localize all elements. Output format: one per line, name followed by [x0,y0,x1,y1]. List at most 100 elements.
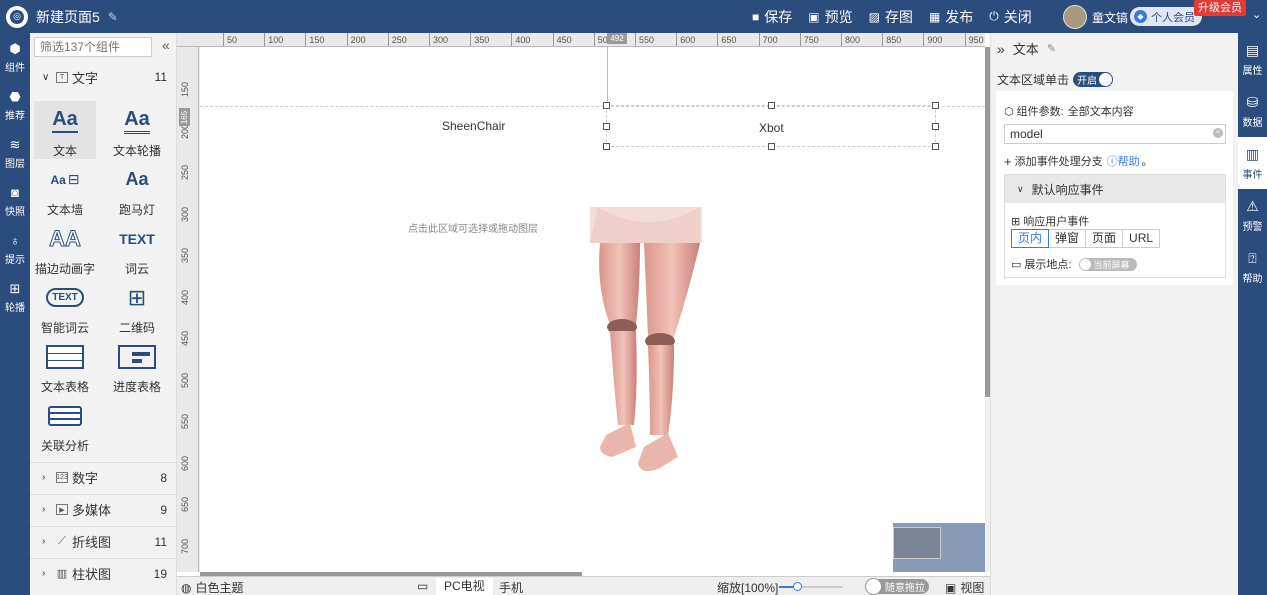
respond-option-url[interactable]: URL [1123,229,1161,248]
ruler-top[interactable]: 50 100 150 200 250 300 350 400 450 500 550 600 650 70… [177,33,985,47]
bar-chart-icon: ▥ [56,568,68,580]
component-text-wall[interactable]: Aa ⊟ 文本墙 [34,160,96,218]
publish-button[interactable]: ▦ 发布 [929,7,973,27]
canvas-minimap[interactable] [893,523,985,572]
rail-item-layers[interactable]: ≋ 图层 [0,129,30,177]
free-drag-toggle[interactable]: 随意拖拉 [865,578,929,595]
toggle-knob [1099,73,1113,86]
rail-item-carousel[interactable]: ⊞ 轮播 [0,273,30,321]
rail-item-data[interactable]: ⛁ 数据 [1238,85,1267,137]
preview-label: 预览 [824,8,853,25]
category-bar-chart[interactable]: › ▥ 柱状图 19 [30,558,177,588]
expand-panel-icon[interactable]: » [997,41,1005,57]
pc-tv-icon-wrap[interactable]: ▭ [417,579,428,593]
app-logo[interactable]: ◎ [6,5,28,28]
user-name[interactable]: 童文镐 [1092,9,1128,26]
component-smart-word-cloud[interactable]: TEXT 智能词云 [34,278,96,336]
component-search-input[interactable] [34,37,152,57]
category-text[interactable]: ∨ T 文字 11 [30,62,177,92]
ruler-tick [511,33,513,46]
upgrade-button[interactable]: 升级会员 [1194,0,1246,16]
collapse-panel-icon[interactable]: « [162,37,170,53]
add-branch-link[interactable]: 添加事件处理分支 [1015,153,1103,169]
rail-item-alarm[interactable]: ⚠ 预警 [1238,189,1267,241]
zoom-knob[interactable] [793,582,802,591]
save-button[interactable]: ■ 保存 [752,7,792,27]
ruler-tick-label: 700 [180,538,190,554]
ruler-tick-label: 650 [180,496,190,512]
component-qrcode[interactable]: ⊞ 二维码 [106,278,168,336]
category-media[interactable]: › ▶ 多媒体 9 [30,494,177,524]
rail-item-recommend[interactable]: ⬣ 推荐 [0,81,30,129]
component-text-table[interactable]: 文本表格 [34,337,96,395]
help-circle-icon[interactable]: ⓘ [1107,153,1118,169]
show-location-toggle[interactable]: 当前屏幕 [1079,257,1138,271]
rail-item-help[interactable]: ⍰ 帮助 [1238,241,1267,293]
edit-name-icon[interactable]: ✎ [1047,42,1056,55]
avatar[interactable] [1063,5,1087,29]
stroke-text-icon: AA [49,225,82,251]
resize-handle[interactable] [932,123,939,130]
tab-mobile[interactable]: 手机 [499,579,523,595]
chevron-down-icon[interactable]: ⌄ [1252,8,1261,21]
category-label: 数字 [72,471,99,486]
rail-item-components[interactable]: ⬢ 组件 [0,33,30,81]
component-panel: « ∨ T 文字 11 Aa 文本 Aa 文本轮播 Aa⊟ 文本墙 Aa 跑马灯… [30,33,177,595]
member-badge[interactable]: ◆ 个人会员 [1130,7,1202,26]
resize-handle[interactable] [768,143,775,150]
component-correlation-analysis[interactable]: 关联分析 [34,396,96,454]
component-text-carousel[interactable]: Aa 文本轮播 [106,101,168,159]
view-button[interactable]: ▣ 视图 [945,579,984,595]
minimap-viewport[interactable] [893,527,941,559]
resize-handle[interactable] [603,143,610,150]
toggle-knob [865,578,882,595]
component-progress-table[interactable]: 进度表格 [106,337,168,395]
plus-icon[interactable]: + [1004,154,1012,169]
component-stroke-animation[interactable]: AA 描边动画字 [34,219,96,277]
component-text[interactable]: Aa 文本 [34,101,96,159]
resize-handle[interactable] [603,102,610,109]
rail-item-events[interactable]: ▥ 事件 [1238,137,1267,189]
respond-option-popup[interactable]: 弹窗 [1049,229,1087,248]
respond-option-inpage[interactable]: 页内 [1011,229,1050,248]
resize-handle[interactable] [932,143,939,150]
param-label: 组件参数: [1016,106,1064,118]
clear-input-icon[interactable]: × [1213,128,1223,138]
ruler-tick-label: 450 [180,330,190,346]
param-input[interactable] [1004,124,1226,144]
diamond-icon: ◆ [1134,10,1147,23]
resize-handle[interactable] [603,123,610,130]
zoom-slider[interactable] [779,582,843,591]
save-image-button[interactable]: ▨ 存图 [869,7,913,27]
theme-selector[interactable]: ◍ 白色主题 [181,579,244,595]
click-area-toggle[interactable]: 开启 [1073,72,1114,87]
component-marquee[interactable]: Aa 跑马灯 [106,160,168,218]
default-event-header[interactable]: ∨ 默认响应事件 [1005,175,1225,203]
marquee-icon: Aa [125,169,149,189]
selected-text-component[interactable]: Xbot [603,102,939,150]
resize-handle[interactable] [932,102,939,109]
add-branch-row: + 添加事件处理分支 ⓘ 帮助 。 [1004,153,1153,169]
canvas-area[interactable]: SheenChair Xbot 点击此区域可选择或拖动图层 [199,47,985,572]
3d-model-view[interactable] [588,207,708,479]
help-link[interactable]: 帮助 [1118,153,1140,169]
category-line-chart[interactable]: › ⟋ 折线图 11 [30,526,177,556]
category-number[interactable]: › 123 数字 8 [30,462,177,492]
canvas-hint: 点击此区域可选择或拖动图层 [408,224,538,235]
rail-item-tips[interactable]: ♁ 提示 [0,225,30,273]
rail-item-properties[interactable]: ▤ 属性 [1238,33,1267,85]
category-label: 多媒体 [72,503,112,518]
cube-icon: ⬡ [1004,105,1014,118]
canvas-text-sheenchair[interactable]: SheenChair [442,119,505,133]
rail-item-snapshot[interactable]: ◙ 快照 [0,177,30,225]
close-button[interactable]: ⏻ 关闭 [989,7,1032,27]
tab-pc-tv[interactable]: PC电视 [436,578,493,595]
canvas[interactable]: SheenChair Xbot 点击此区域可选择或拖动图层 [200,47,985,572]
resize-handle[interactable] [768,102,775,109]
preview-button[interactable]: ▣ 预览 [808,7,852,27]
recommend-icon: ⬣ [9,88,21,104]
respond-option-page[interactable]: 页面 [1086,229,1124,248]
edit-title-icon[interactable]: ✎ [108,10,118,24]
component-word-cloud[interactable]: TEXT 词云 [106,219,168,277]
theme-label: 白色主题 [195,581,244,595]
